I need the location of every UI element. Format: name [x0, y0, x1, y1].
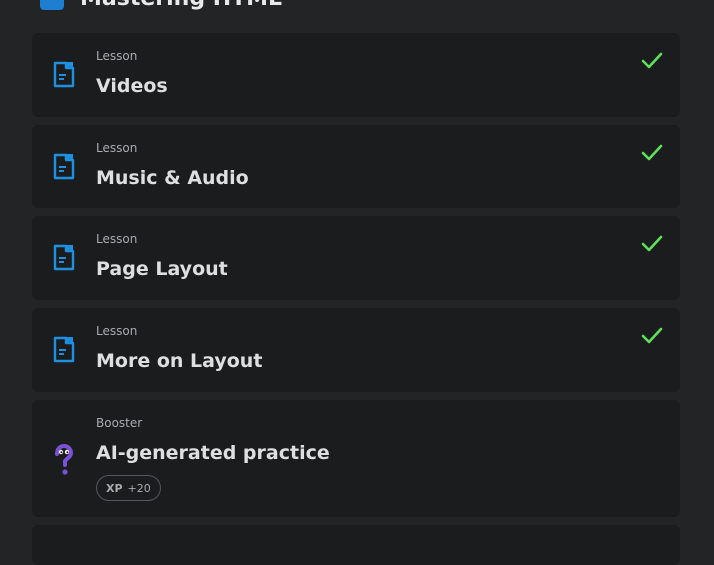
item-title: Page Layout [96, 258, 228, 280]
lesson-document-icon [53, 61, 75, 88]
lesson-card-more-on-layout[interactable]: Lesson More on Layout [32, 308, 680, 392]
xp-value: +20 [127, 481, 151, 495]
checkmark-icon [641, 144, 663, 161]
checkmark-icon [641, 327, 663, 344]
item-kind-label: Lesson [96, 232, 138, 246]
item-kind-label: Lesson [96, 141, 138, 155]
item-kind-label: Lesson [96, 49, 138, 63]
lesson-card-page-layout[interactable]: Lesson Page Layout [32, 216, 680, 300]
item-title: Videos [96, 75, 168, 97]
next-item-card[interactable] [32, 525, 680, 565]
item-title: More on Layout [96, 350, 263, 372]
xp-badge: XP +20 [96, 475, 161, 501]
lesson-card-videos[interactable]: Lesson Videos [32, 33, 680, 117]
item-kind-label: Lesson [96, 324, 138, 338]
xp-label: XP [106, 481, 123, 495]
item-kind-label: Booster [96, 416, 143, 430]
lesson-document-icon [53, 244, 75, 271]
checkmark-icon [641, 52, 663, 69]
question-mark-icon [55, 444, 74, 475]
item-title: Music & Audio [96, 167, 249, 189]
checkmark-icon [641, 235, 663, 252]
item-title: AI-generated practice [96, 442, 330, 464]
booster-card-ai-practice[interactable]: Booster AI-generated practice XP +20 [32, 400, 680, 517]
lesson-document-icon [53, 153, 75, 180]
lesson-card-music-audio[interactable]: Lesson Music & Audio [32, 125, 680, 208]
section-icon [40, 0, 64, 10]
section-title: Mastering HTML [80, 0, 282, 11]
lesson-document-icon [53, 336, 75, 363]
section-header[interactable]: Mastering HTML [40, 0, 282, 11]
